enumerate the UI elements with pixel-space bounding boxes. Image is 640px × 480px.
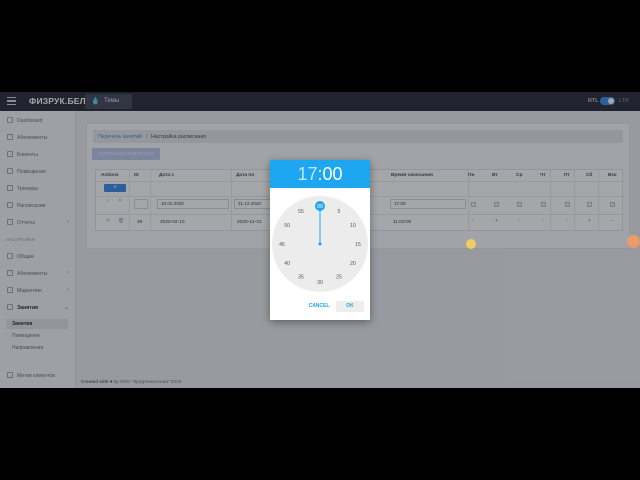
- dial-minute-50[interactable]: 50: [284, 223, 290, 229]
- app-screen: ФИЗРУК.БЕЛ 💧 Темы RTL LTR Dashboard Абон…: [0, 92, 640, 388]
- dial-minute-20[interactable]: 20: [350, 261, 356, 267]
- dial-minute-40[interactable]: 40: [284, 261, 290, 267]
- clock-center: [318, 242, 322, 246]
- dial-minute-5[interactable]: 5: [338, 209, 341, 215]
- dial-minute-45[interactable]: 45: [279, 242, 285, 248]
- dial-minute-55[interactable]: 55: [298, 209, 304, 215]
- settings-fab-icon[interactable]: [627, 235, 640, 248]
- hours-display[interactable]: 17: [297, 164, 317, 184]
- dial-minute-35[interactable]: 35: [298, 275, 304, 281]
- mouse-cursor-highlight: [466, 239, 476, 249]
- ok-button[interactable]: OK: [336, 301, 364, 312]
- dial-minute-30[interactable]: 30: [317, 280, 323, 286]
- minutes-display[interactable]: 00: [323, 164, 343, 184]
- clock-dial[interactable]: 00 5 10 15 20 25 30 35 40 45 50 55: [270, 194, 370, 294]
- cancel-button[interactable]: CANCEL: [306, 301, 332, 312]
- time-picker-header: 17:00: [270, 160, 370, 188]
- dial-minute-25[interactable]: 25: [336, 275, 342, 281]
- dial-minute-15[interactable]: 15: [355, 242, 361, 248]
- time-picker-dialog: 17:00 00 5 10 15 20 25 30 35 40 45 50 55 CANCEL OK: [270, 160, 370, 320]
- dial-minute-00[interactable]: 00: [317, 204, 323, 210]
- dial-minute-10[interactable]: 10: [350, 223, 356, 229]
